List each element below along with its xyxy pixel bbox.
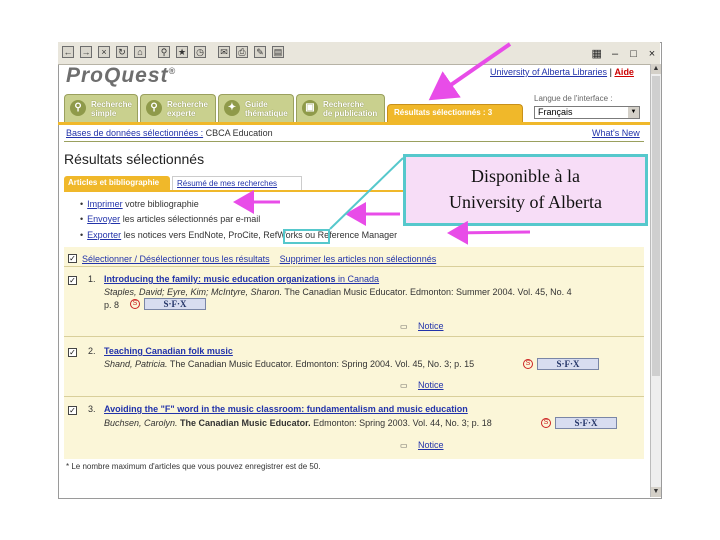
history-icon[interactable]: ◷: [194, 46, 206, 58]
whats-new-link[interactable]: What's New: [592, 128, 640, 138]
windows-logo-icon: ▦: [591, 48, 602, 60]
notice-icon: ▭: [400, 441, 408, 450]
tab-recherche-simple[interactable]: ⚲ Recherche simple: [64, 94, 138, 122]
databases-link[interactable]: Bases de données sélectionnées :: [66, 128, 203, 138]
print-icon[interactable]: ⎙: [236, 46, 248, 58]
notice-link[interactable]: Notice: [418, 440, 444, 450]
bullet-icon: •: [80, 230, 84, 240]
proquest-logo: ProQuest®: [66, 64, 177, 87]
database-name: CBCA Education: [205, 128, 273, 138]
subtab-resume-recherches[interactable]: Résumé de mes recherches: [172, 176, 302, 190]
select-all-checkbox[interactable]: ✓: [68, 254, 77, 263]
result-number: 3.: [88, 404, 96, 414]
notice-icon: ▭: [400, 381, 408, 390]
subtab-articles-bibliographie[interactable]: Articles et bibliographie: [64, 176, 170, 190]
divider: [64, 336, 644, 337]
magnifier-icon: ⚲: [146, 100, 162, 116]
result-title-link[interactable]: Introducing the family: music education …: [104, 274, 379, 284]
result-title-link[interactable]: Teaching Canadian folk music: [104, 346, 233, 356]
language-label: Langue de l'interface :: [534, 94, 613, 103]
databases-row: Bases de données sélectionnées : CBCA Ed…: [66, 128, 273, 138]
back-icon[interactable]: ←: [62, 46, 74, 58]
notice-link[interactable]: Notice: [418, 321, 444, 331]
notice-link[interactable]: Notice: [418, 380, 444, 390]
tab-guide-thematique[interactable]: ✦ Guide thématique: [218, 94, 294, 122]
browser-toolbar: ← → × ↻ ⌂ ⚲ ★ ◷ ✉ ⎙ ✎ ▤: [58, 42, 660, 65]
scroll-thumb[interactable]: [652, 76, 660, 376]
refresh-icon[interactable]: ↻: [116, 46, 128, 58]
sfx-logo-icon: S: [541, 418, 551, 428]
notice-icon: ▭: [400, 322, 408, 331]
email-link[interactable]: Envoyer: [87, 214, 120, 224]
divider: [64, 266, 644, 267]
result-citation: Buchsen, Carolyn. The Canadian Music Edu…: [104, 418, 492, 428]
language-select[interactable]: Français ▼: [534, 106, 640, 119]
availability-callout: Disponible à la University of Alberta: [403, 154, 648, 226]
sfx-button[interactable]: S S·F·X: [541, 417, 619, 429]
bullet-icon: •: [80, 214, 84, 224]
divider: [64, 141, 644, 142]
result-checkbox[interactable]: ✓: [68, 406, 77, 415]
tab-recherche-experte[interactable]: ⚲ Recherche experte: [140, 94, 216, 122]
home-icon[interactable]: ⌂: [134, 46, 146, 58]
result-number: 2.: [88, 346, 96, 356]
institution-link[interactable]: University of Alberta Libraries: [490, 67, 607, 77]
forward-icon[interactable]: →: [80, 46, 92, 58]
window-controls: ▦ – □ ×: [589, 44, 658, 62]
tabbar-underline: [58, 122, 650, 125]
result-checkbox[interactable]: ✓: [68, 348, 77, 357]
sfx-logo-icon: S: [130, 299, 140, 309]
mail-icon[interactable]: ✉: [218, 46, 230, 58]
action-print: • Imprimer votre bibliographie: [80, 199, 199, 209]
help-link[interactable]: Aide: [614, 67, 634, 77]
top-links: University of Alberta Libraries | Aide: [490, 67, 634, 77]
maximize-icon[interactable]: □: [628, 47, 640, 61]
link-separator: |: [609, 67, 612, 77]
search-icon: ⚲: [70, 100, 86, 116]
result-title-link[interactable]: Avoiding the "F" word in the music class…: [104, 404, 468, 414]
select-all-link[interactable]: Sélectionner / Désélectionner tous les r…: [82, 254, 270, 264]
bullet-icon: •: [80, 199, 84, 209]
chevron-down-icon[interactable]: ▼: [628, 107, 639, 118]
footnote: * Le nombre maximum d'articles que vous …: [66, 462, 321, 471]
action-export: • Exporter les notices vers EndNote, ProC…: [80, 230, 398, 240]
scroll-up-icon[interactable]: ▲: [651, 64, 661, 74]
edit-icon[interactable]: ✎: [254, 46, 266, 58]
sfx-button[interactable]: S S·F·X: [130, 298, 208, 310]
close-icon[interactable]: ×: [646, 47, 658, 61]
favorites-icon[interactable]: ★: [176, 46, 188, 58]
page-title: Résultats sélectionnés: [64, 151, 205, 167]
discuss-icon[interactable]: ▤: [272, 46, 284, 58]
vertical-scrollbar[interactable]: ▲ ▼: [650, 64, 661, 497]
result-pages: p. 8: [104, 300, 120, 310]
minimize-icon[interactable]: –: [609, 47, 621, 61]
result-citation: Staples, David; Eyre, Kim; McIntyre, Sha…: [104, 287, 572, 297]
tab-recherche-publication[interactable]: ▣ Recherche de publication: [296, 94, 385, 122]
publication-icon: ▣: [302, 100, 318, 116]
result-number: 1.: [88, 274, 96, 284]
selection-row: Sélectionner / Désélectionner tous les r…: [82, 254, 436, 264]
topic-guide-icon: ✦: [224, 100, 240, 116]
result-citation: Shand, Patricia. The Canadian Music Educ…: [104, 359, 475, 369]
delete-unselected-link[interactable]: Supprimer les articles non sélectionnés: [280, 254, 437, 264]
search-icon[interactable]: ⚲: [158, 46, 170, 58]
sfx-button[interactable]: S S·F·X: [523, 358, 601, 370]
divider: [64, 396, 644, 397]
stop-icon[interactable]: ×: [98, 46, 110, 58]
refworks-highlight-box: [283, 229, 330, 244]
tab-resultats-selectionnes[interactable]: Résultats sélectionnés : 3 articles: [387, 104, 523, 133]
print-link[interactable]: Imprimer: [87, 199, 123, 209]
scroll-down-icon[interactable]: ▼: [651, 487, 661, 497]
export-link[interactable]: Exporter: [87, 230, 121, 240]
result-checkbox[interactable]: ✓: [68, 276, 77, 285]
sfx-logo-icon: S: [523, 359, 533, 369]
action-email: • Envoyer les articles sélectionnés par e…: [80, 214, 261, 224]
